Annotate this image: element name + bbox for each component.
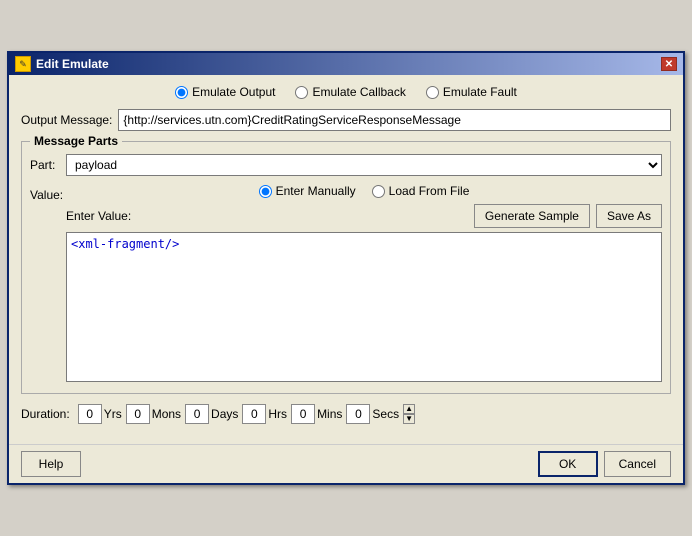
- action-buttons: Generate Sample Save As: [474, 204, 662, 228]
- emulate-fault-label: Emulate Fault: [443, 85, 517, 99]
- yrs-input[interactable]: [78, 404, 102, 424]
- enter-manually-label: Enter Manually: [276, 184, 356, 198]
- hrs-label: Hrs: [268, 407, 287, 421]
- emulate-callback-radio[interactable]: [295, 86, 308, 99]
- load-from-file-option[interactable]: Load From File: [372, 184, 470, 198]
- cancel-button[interactable]: Cancel: [604, 451, 671, 477]
- value-label: Value:: [30, 184, 60, 385]
- part-row: Part: payload: [30, 154, 662, 176]
- mins-input[interactable]: [291, 404, 315, 424]
- title-bar-left: ✎ Edit Emulate: [15, 56, 109, 72]
- dialog-footer: Help OK Cancel: [9, 444, 683, 483]
- spinner-down[interactable]: ▼: [403, 414, 415, 424]
- enter-manually-radio[interactable]: [259, 185, 272, 198]
- title-bar: ✎ Edit Emulate ✕: [9, 53, 683, 75]
- dialog-content: Emulate Output Emulate Callback Emulate …: [9, 75, 683, 444]
- output-message-label: Output Message:: [21, 113, 112, 127]
- emulate-callback-label: Emulate Callback: [312, 85, 405, 99]
- value-section: Value: Enter Manually Load From File: [30, 184, 662, 385]
- emulate-type-selector: Emulate Output Emulate Callback Emulate …: [21, 85, 671, 99]
- mins-label: Mins: [317, 407, 342, 421]
- hrs-input[interactable]: [242, 404, 266, 424]
- load-from-file-radio[interactable]: [372, 185, 385, 198]
- days-input[interactable]: [185, 404, 209, 424]
- value-inner: Enter Manually Load From File Enter Valu…: [66, 184, 662, 385]
- mons-field: Mons: [126, 404, 181, 424]
- duration-row: Duration: Yrs Mons Days Hrs Mins: [21, 404, 671, 424]
- ok-button[interactable]: OK: [538, 451, 598, 477]
- output-message-input[interactable]: [118, 109, 671, 131]
- spinner-up[interactable]: ▲: [403, 404, 415, 414]
- yrs-field: Yrs: [78, 404, 122, 424]
- emulate-output-radio[interactable]: [175, 86, 188, 99]
- load-from-file-label: Load From File: [389, 184, 470, 198]
- footer-right-buttons: OK Cancel: [538, 451, 671, 477]
- duration-label: Duration:: [21, 407, 70, 421]
- secs-input[interactable]: [346, 404, 370, 424]
- enter-value-label: Enter Value:: [66, 209, 131, 223]
- days-label: Days: [211, 407, 238, 421]
- message-parts-group: Message Parts Part: payload Value: Enter…: [21, 141, 671, 394]
- window-title: Edit Emulate: [36, 57, 109, 71]
- days-field: Days: [185, 404, 238, 424]
- help-button[interactable]: Help: [21, 451, 81, 477]
- enter-manually-option[interactable]: Enter Manually: [259, 184, 356, 198]
- edit-emulate-dialog: ✎ Edit Emulate ✕ Emulate Output Emulate …: [7, 51, 685, 485]
- secs-field: Secs: [346, 404, 399, 424]
- emulate-output-label: Emulate Output: [192, 85, 275, 99]
- input-method-selector: Enter Manually Load From File: [66, 184, 662, 198]
- part-select[interactable]: payload: [66, 154, 662, 176]
- emulate-callback-option[interactable]: Emulate Callback: [295, 85, 405, 99]
- xml-editor[interactable]: <xml-fragment/>: [66, 232, 662, 382]
- part-label: Part:: [30, 158, 60, 172]
- yrs-label: Yrs: [104, 407, 122, 421]
- window-icon: ✎: [15, 56, 31, 72]
- emulate-output-option[interactable]: Emulate Output: [175, 85, 275, 99]
- hrs-field: Hrs: [242, 404, 287, 424]
- emulate-fault-radio[interactable]: [426, 86, 439, 99]
- save-as-button[interactable]: Save As: [596, 204, 662, 228]
- message-parts-title: Message Parts: [30, 134, 122, 148]
- output-message-row: Output Message:: [21, 109, 671, 131]
- generate-sample-button[interactable]: Generate Sample: [474, 204, 590, 228]
- enter-value-row: Enter Value: Generate Sample Save As: [66, 204, 662, 228]
- close-button[interactable]: ✕: [661, 57, 677, 71]
- mons-label: Mons: [152, 407, 181, 421]
- secs-label: Secs: [372, 407, 399, 421]
- emulate-fault-option[interactable]: Emulate Fault: [426, 85, 517, 99]
- duration-spinner[interactable]: ▲ ▼: [403, 404, 415, 424]
- mins-field: Mins: [291, 404, 342, 424]
- mons-input[interactable]: [126, 404, 150, 424]
